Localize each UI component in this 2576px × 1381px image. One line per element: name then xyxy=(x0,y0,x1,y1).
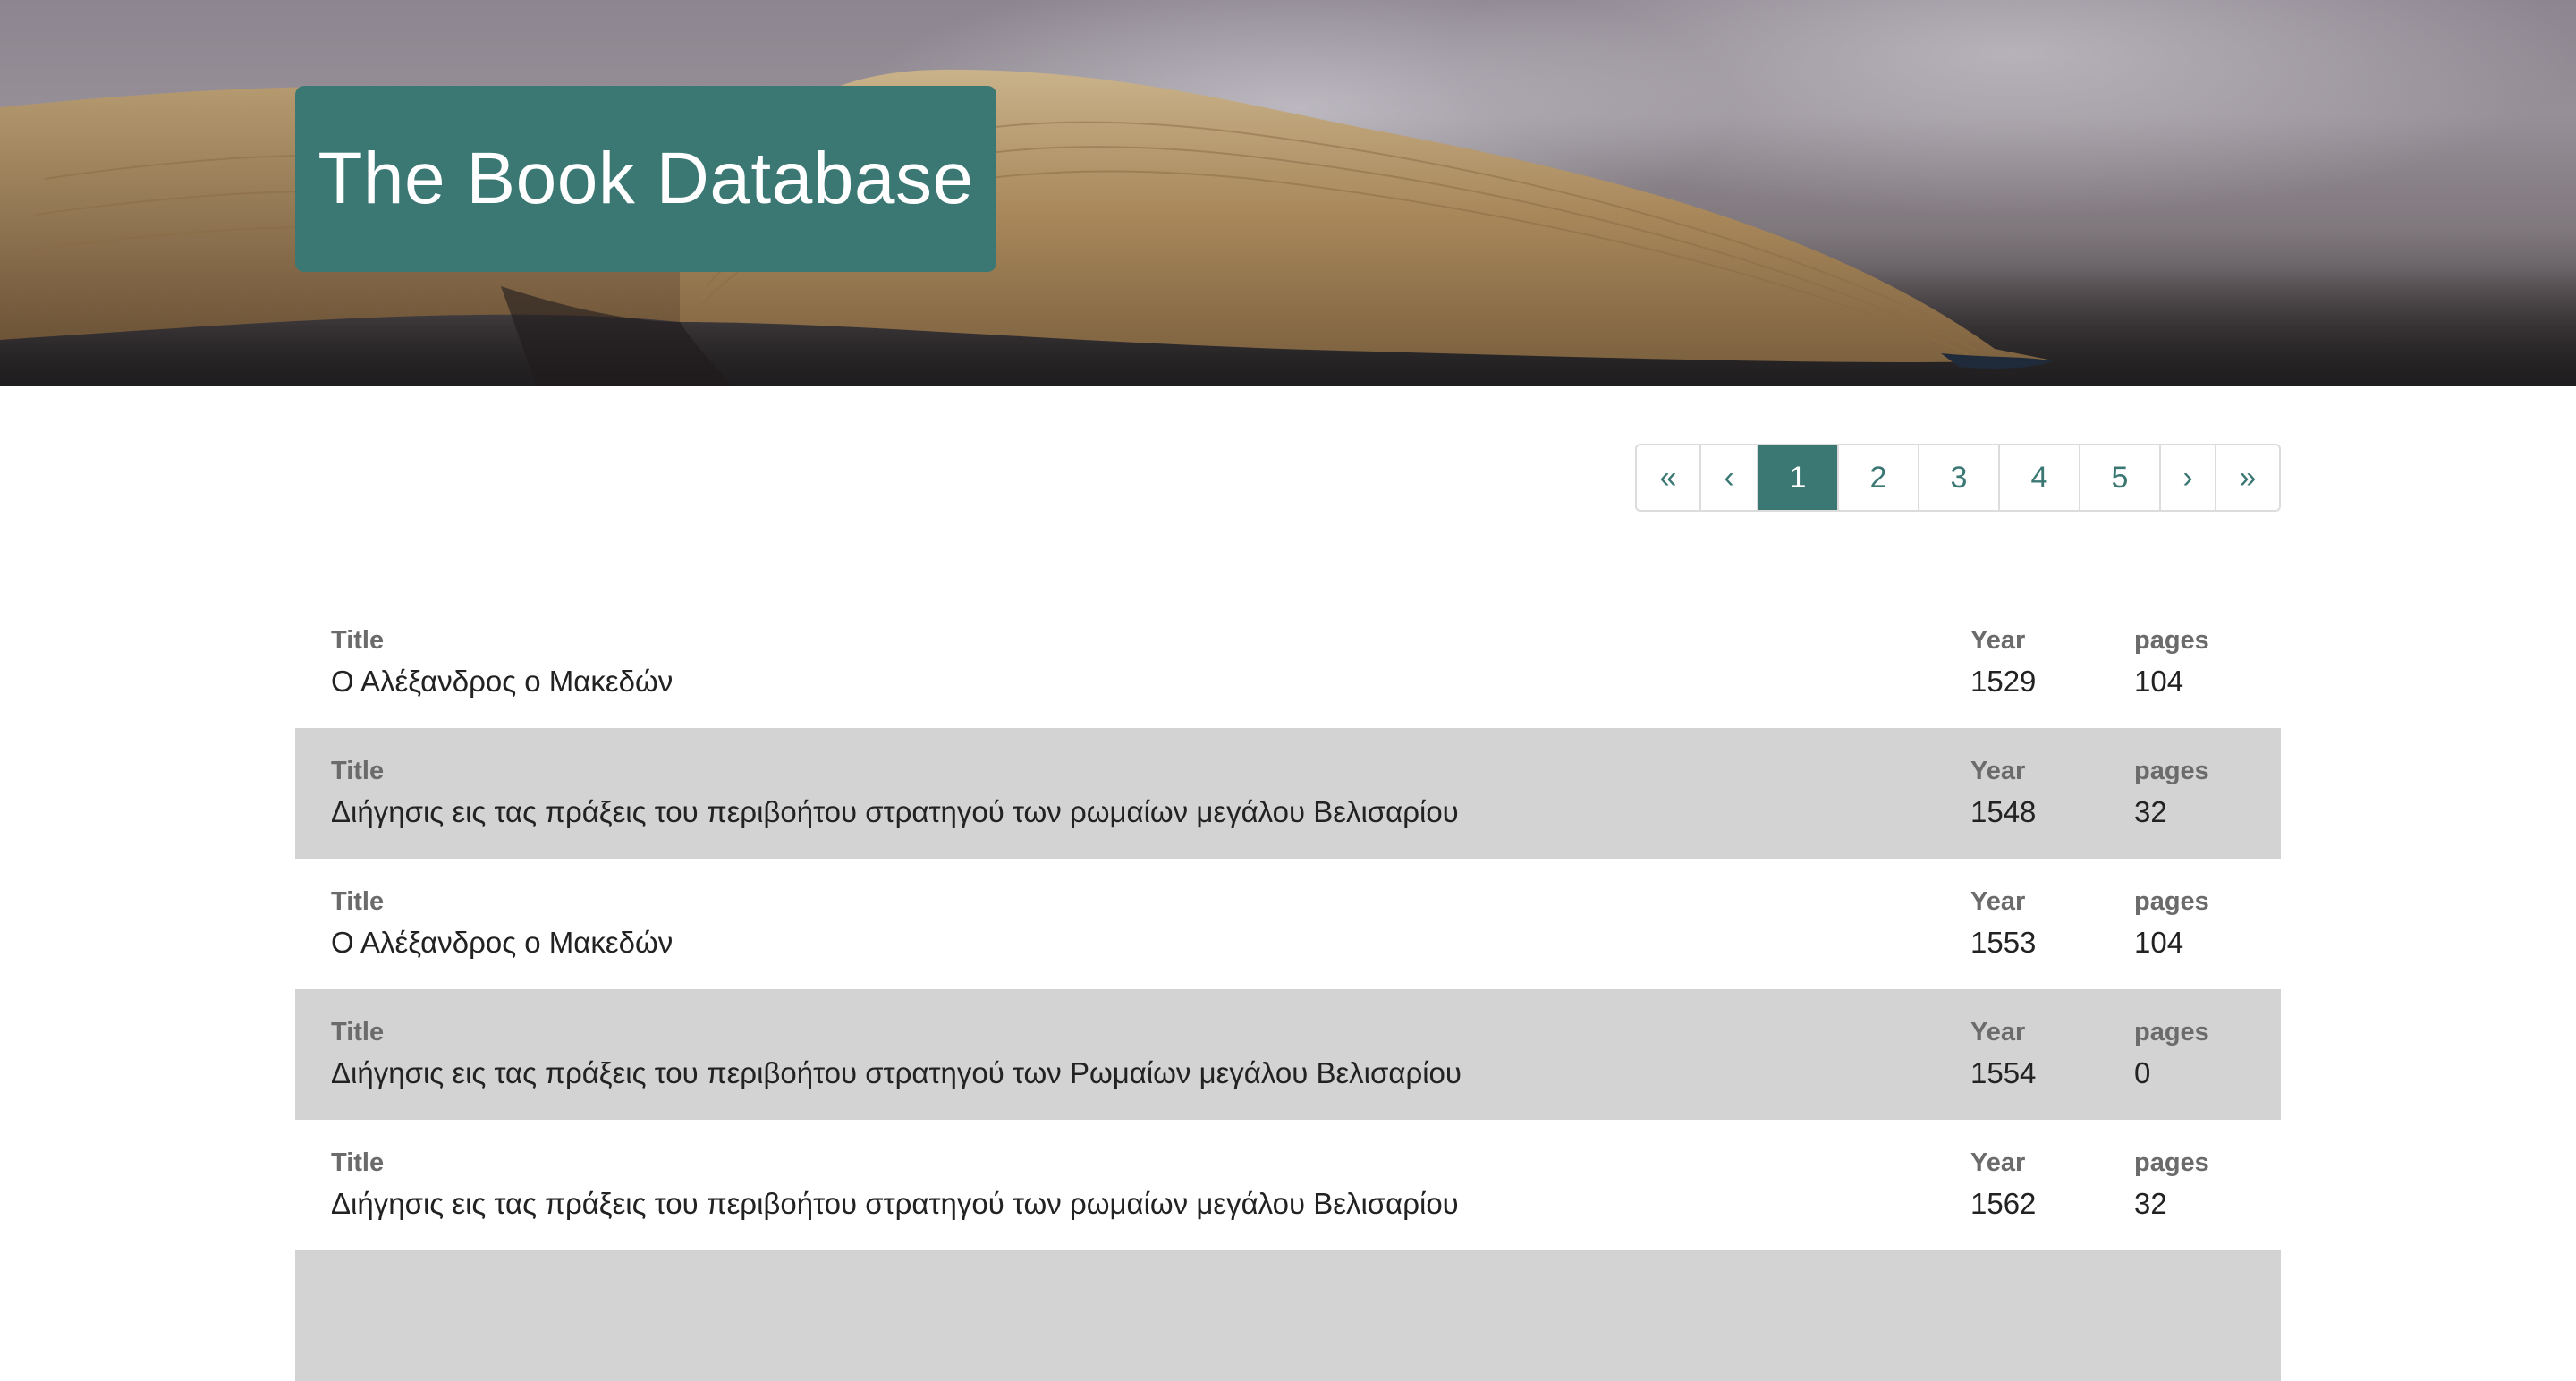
book-year: 1548 xyxy=(1970,795,2037,828)
book-row[interactable]: Title Ο Αλέξανδρος ο Μακεδών Year 1553 p… xyxy=(295,859,2281,989)
year-cell: Year 1548 xyxy=(1970,755,2036,834)
pages-cell: pages 32 xyxy=(2134,1147,2209,1225)
last-page-button[interactable]: » xyxy=(2215,445,2279,510)
title-cell: Title Ο Αλέξανδρος ο Μακεδών xyxy=(331,885,673,964)
year-cell: Year 1553 xyxy=(1970,885,2036,964)
book-pages: 32 xyxy=(2134,1187,2167,1220)
title-label: Title xyxy=(331,887,385,916)
hero-banner: The Book Database xyxy=(0,0,2576,386)
book-title: Διήγησις εις τας πράξεις του περιβοήτου … xyxy=(331,1187,1459,1220)
year-label: Year xyxy=(1970,626,2026,655)
book-year: 1553 xyxy=(1970,926,2037,959)
pages-cell: pages 104 xyxy=(2134,885,2209,964)
title-label: Title xyxy=(331,1148,385,1177)
pages-label: pages xyxy=(2134,887,2209,916)
page-1-button[interactable]: 1 xyxy=(1757,445,1837,510)
year-label: Year xyxy=(1970,1148,2026,1177)
book-year: 1554 xyxy=(1970,1056,2037,1089)
book-list: Title Ο Αλέξανδρος ο Μακεδών Year 1529 p… xyxy=(295,597,2281,1381)
book-row[interactable]: Title Διήγησις εις τας πράξεις του περιβ… xyxy=(295,1120,2281,1250)
page-4-button[interactable]: 4 xyxy=(1998,445,2079,510)
page-2-button[interactable]: 2 xyxy=(1837,445,1918,510)
year-label: Year xyxy=(1970,1018,2026,1046)
pages-cell: pages 104 xyxy=(2134,624,2209,703)
title-label: Title xyxy=(331,1018,385,1046)
book-row[interactable]: Title Ο Αλέξανδρος ο Μακεδών Year 1529 p… xyxy=(295,597,2281,728)
site-title: The Book Database xyxy=(318,138,974,219)
title-label: Title xyxy=(331,757,385,785)
first-page-button[interactable]: « xyxy=(1637,445,1699,510)
pagination: « ‹ 1 2 3 4 5 › » xyxy=(1635,444,2281,512)
page-5-button[interactable]: 5 xyxy=(2079,445,2159,510)
book-row[interactable]: Title Διήγησις εις τας πράξεις του περιβ… xyxy=(295,989,2281,1120)
book-pages: 0 xyxy=(2134,1056,2151,1089)
year-label: Year xyxy=(1970,887,2026,916)
title-cell: Title Ο Αλέξανδρος ο Μακεδών xyxy=(331,624,673,703)
pages-cell: pages 32 xyxy=(2134,755,2209,834)
pages-cell: pages 0 xyxy=(2134,1016,2209,1095)
book-title: Διήγησις εις τας πράξεις του περιβοήτου … xyxy=(331,1056,1462,1089)
title-label: Title xyxy=(331,626,385,655)
page-3-button[interactable]: 3 xyxy=(1918,445,1998,510)
book-pages: 32 xyxy=(2134,795,2167,828)
title-cell: Title Διήγησις εις τας πράξεις του περιβ… xyxy=(331,1016,1462,1095)
book-title: Ο Αλέξανδρος ο Μακεδών xyxy=(331,665,674,698)
book-year: 1562 xyxy=(1970,1187,2037,1220)
site-title-box: The Book Database xyxy=(295,86,996,272)
book-pages: 104 xyxy=(2134,926,2184,959)
title-cell: Title Διήγησις εις τας πράξεις του περιβ… xyxy=(331,755,1459,834)
pages-label: pages xyxy=(2134,1018,2209,1046)
next-page-button[interactable]: › xyxy=(2159,445,2215,510)
book-row[interactable]: Title Διήγησις εις τας πράξεις του περιβ… xyxy=(295,728,2281,859)
pages-label: pages xyxy=(2134,757,2209,785)
book-title: Διήγησις εις τας πράξεις του περιβοήτου … xyxy=(331,795,1459,828)
title-cell: Title Διήγησις εις τας πράξεις του περιβ… xyxy=(331,1147,1459,1225)
book-pages: 104 xyxy=(2134,665,2184,698)
year-cell: Year 1554 xyxy=(1970,1016,2036,1095)
year-label: Year xyxy=(1970,757,2026,785)
previous-page-button[interactable]: ‹ xyxy=(1699,445,1757,510)
pages-label: pages xyxy=(2134,1148,2209,1177)
pages-label: pages xyxy=(2134,626,2209,655)
year-cell: Year 1562 xyxy=(1970,1147,2036,1225)
book-title: Ο Αλέξανδρος ο Μακεδών xyxy=(331,926,674,959)
year-cell: Year 1529 xyxy=(1970,624,2036,703)
book-year: 1529 xyxy=(1970,665,2037,698)
